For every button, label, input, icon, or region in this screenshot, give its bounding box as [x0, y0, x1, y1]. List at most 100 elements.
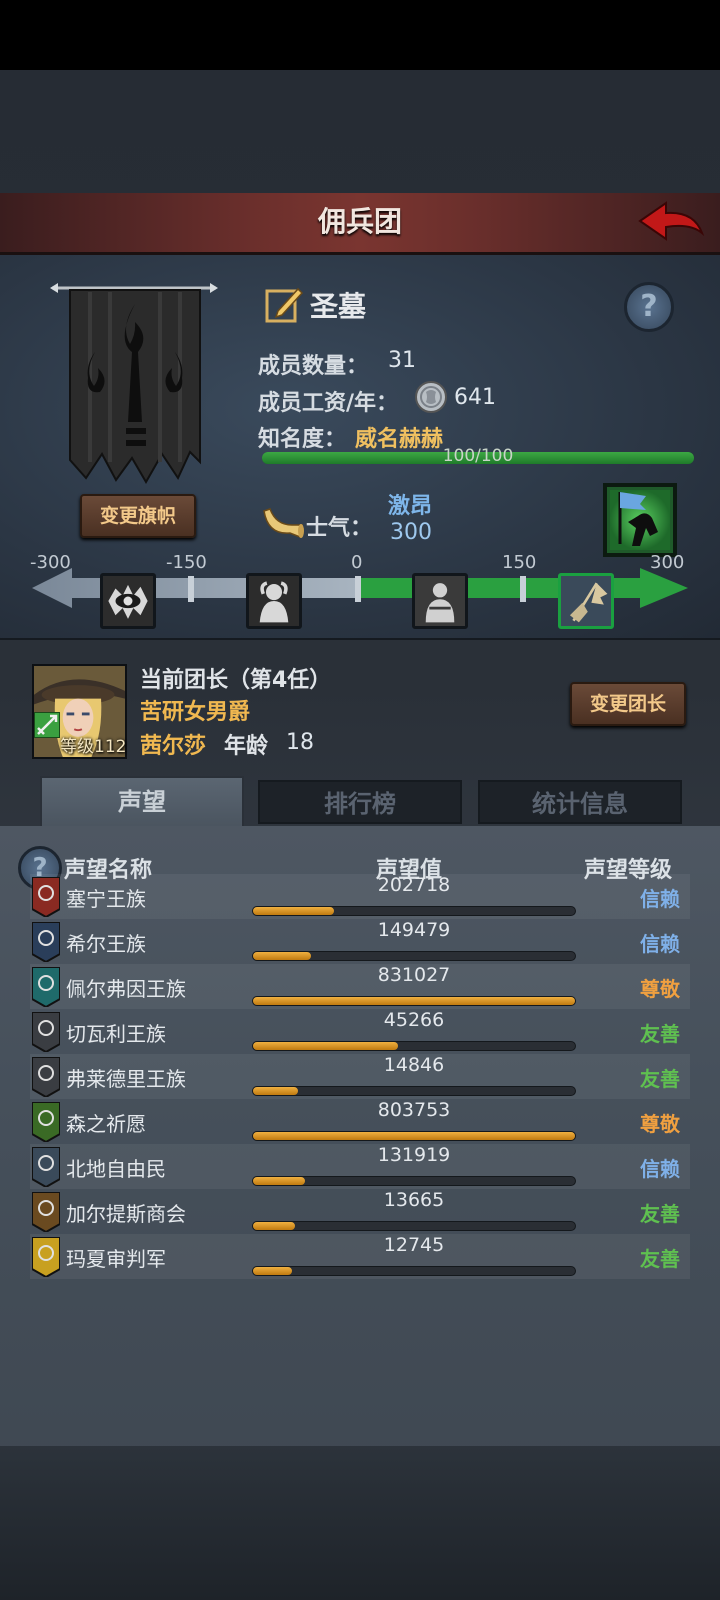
reputation-value: 831027 [377, 964, 451, 986]
eye-icon[interactable] [100, 573, 156, 629]
edit-name-icon[interactable] [264, 285, 304, 325]
reputation-value: 131919 [377, 1144, 451, 1166]
guild-banner-flag [50, 283, 218, 484]
captain-name: 茜尔莎 [140, 734, 207, 759]
banner-icon[interactable] [558, 573, 614, 629]
faction-name: 弗莱德里王族 [66, 1067, 186, 1091]
reputation-level: 友善 [640, 1202, 680, 1226]
faction-emblem-icon [32, 967, 60, 1007]
salary-value: 641 [454, 385, 496, 410]
reputation-value: 803753 [377, 1099, 451, 1121]
morale-tick-label: -150 [166, 552, 207, 573]
morale-label: 士气： [306, 516, 373, 541]
status-bar-area [0, 0, 720, 70]
faction-emblem-icon [32, 1192, 60, 1232]
reputation-level: 友善 [640, 1022, 680, 1046]
header-bar: 佣兵团 [0, 193, 720, 255]
reputation-row[interactable]: 希尔王族 149479 信赖 [30, 919, 690, 964]
morale-banner-icon[interactable] [600, 480, 680, 560]
faction-emblem-icon [32, 877, 60, 917]
morale-state: 激昂 [388, 494, 433, 519]
reputation-row[interactable]: 塞宁王族 202718 信赖 [30, 874, 690, 919]
reputation-level: 信赖 [640, 887, 680, 911]
reputation-progress-bar [252, 996, 576, 1006]
reputation-level: 友善 [640, 1247, 680, 1271]
reputation-progress-fill [253, 907, 334, 915]
morale-tick-label: 0 [351, 552, 363, 573]
member-count-label: 成员数量： [258, 354, 369, 379]
faction-name: 佩尔弗因王族 [66, 977, 186, 1001]
reputation-value: 14846 [383, 1054, 445, 1076]
faction-emblem-icon [32, 1102, 60, 1142]
horn-icon [263, 508, 304, 539]
reputation-level: 尊敬 [640, 1112, 680, 1136]
reputation-row[interactable]: 切瓦利王族 45266 友善 [30, 1009, 690, 1054]
reputation-progress-fill [253, 1267, 292, 1275]
reputation-progress-bar [252, 1041, 576, 1051]
reputation-level: 信赖 [640, 1157, 680, 1181]
morale-tick-label: 300 [650, 552, 685, 573]
reputation-progress-fill [253, 1222, 295, 1230]
morale-tick-label: -300 [30, 552, 71, 573]
salary-label: 成员工资/年： [258, 391, 399, 416]
reputation-level: 尊敬 [640, 977, 680, 1001]
class-weapon-icon [34, 712, 60, 738]
reputation-level: 信赖 [640, 932, 680, 956]
morale-tick-label: 150 [502, 552, 537, 573]
tab-statistics[interactable]: 统计信息 [478, 780, 682, 824]
reputation-progress-bar [252, 951, 576, 961]
reputation-progress-bar [252, 1176, 576, 1186]
fame-progress-text: 100/100 [442, 446, 514, 466]
help-button[interactable]: ? [624, 282, 674, 332]
faction-name: 北地自由民 [66, 1157, 166, 1181]
despair-icon[interactable] [246, 573, 302, 629]
reputation-value: 45266 [383, 1009, 445, 1031]
change-leader-button[interactable]: 变更团长 [570, 682, 686, 726]
reputation-value: 202718 [377, 874, 451, 896]
faction-name: 森之祈愿 [66, 1112, 146, 1136]
reputation-progress-bar [252, 1086, 576, 1096]
reputation-progress-bar [252, 1266, 576, 1276]
reputation-progress-fill [253, 1042, 398, 1050]
faction-name: 加尔提斯商会 [66, 1202, 186, 1226]
faction-name: 玛夏审判军 [66, 1247, 166, 1271]
change-flag-button[interactable]: 变更旗帜 [80, 494, 196, 538]
reputation-progress-bar [252, 1221, 576, 1231]
captain-title: 当前团长（第4任） [140, 668, 332, 693]
faction-name: 切瓦利王族 [66, 1022, 166, 1046]
reputation-progress-fill [253, 952, 311, 960]
reputation-row[interactable]: 玛夏审判军 12745 友善 [30, 1234, 690, 1279]
captain-age: 18 [286, 730, 314, 755]
tab-reputation[interactable]: 声望 [40, 776, 244, 828]
faction-emblem-icon [32, 1147, 60, 1187]
faction-emblem-icon [32, 1012, 60, 1052]
reputation-row[interactable]: 北地自由民 131919 信赖 [30, 1144, 690, 1189]
reputation-row[interactable]: 弗莱德里王族 14846 友善 [30, 1054, 690, 1099]
reputation-progress-fill [253, 1132, 575, 1140]
page-title: 佣兵团 [317, 205, 402, 238]
reputation-progress-bar [252, 906, 576, 916]
reputation-level: 友善 [640, 1067, 680, 1091]
age-label: 年龄 [224, 734, 269, 759]
reputation-progress-bar [252, 1131, 576, 1141]
guild-name: 圣墓 [310, 290, 367, 323]
captain-class: 苦研女男爵 [140, 700, 251, 725]
reputation-progress-fill [253, 997, 575, 1005]
faction-emblem-icon [32, 922, 60, 962]
captain-level: 等级112 [60, 737, 127, 757]
faction-emblem-icon [32, 1057, 60, 1097]
faction-name: 塞宁王族 [66, 887, 146, 911]
reputation-progress-fill [253, 1087, 299, 1095]
morale-value: 300 [390, 520, 432, 545]
bottom-background [0, 1446, 720, 1600]
reputation-row[interactable]: 加尔提斯商会 13665 友善 [30, 1189, 690, 1234]
member-count-value: 31 [388, 348, 416, 373]
reputation-row[interactable]: 佩尔弗因王族 831027 尊敬 [30, 964, 690, 1009]
calm-icon[interactable] [412, 573, 468, 629]
back-arrow-icon[interactable] [636, 199, 706, 245]
reputation-value: 149479 [377, 919, 451, 941]
reputation-progress-fill [253, 1177, 305, 1185]
tab-ranking[interactable]: 排行榜 [258, 780, 462, 824]
reputation-row[interactable]: 森之祈愿 803753 尊敬 [30, 1099, 690, 1144]
reputation-value: 12745 [383, 1234, 445, 1256]
